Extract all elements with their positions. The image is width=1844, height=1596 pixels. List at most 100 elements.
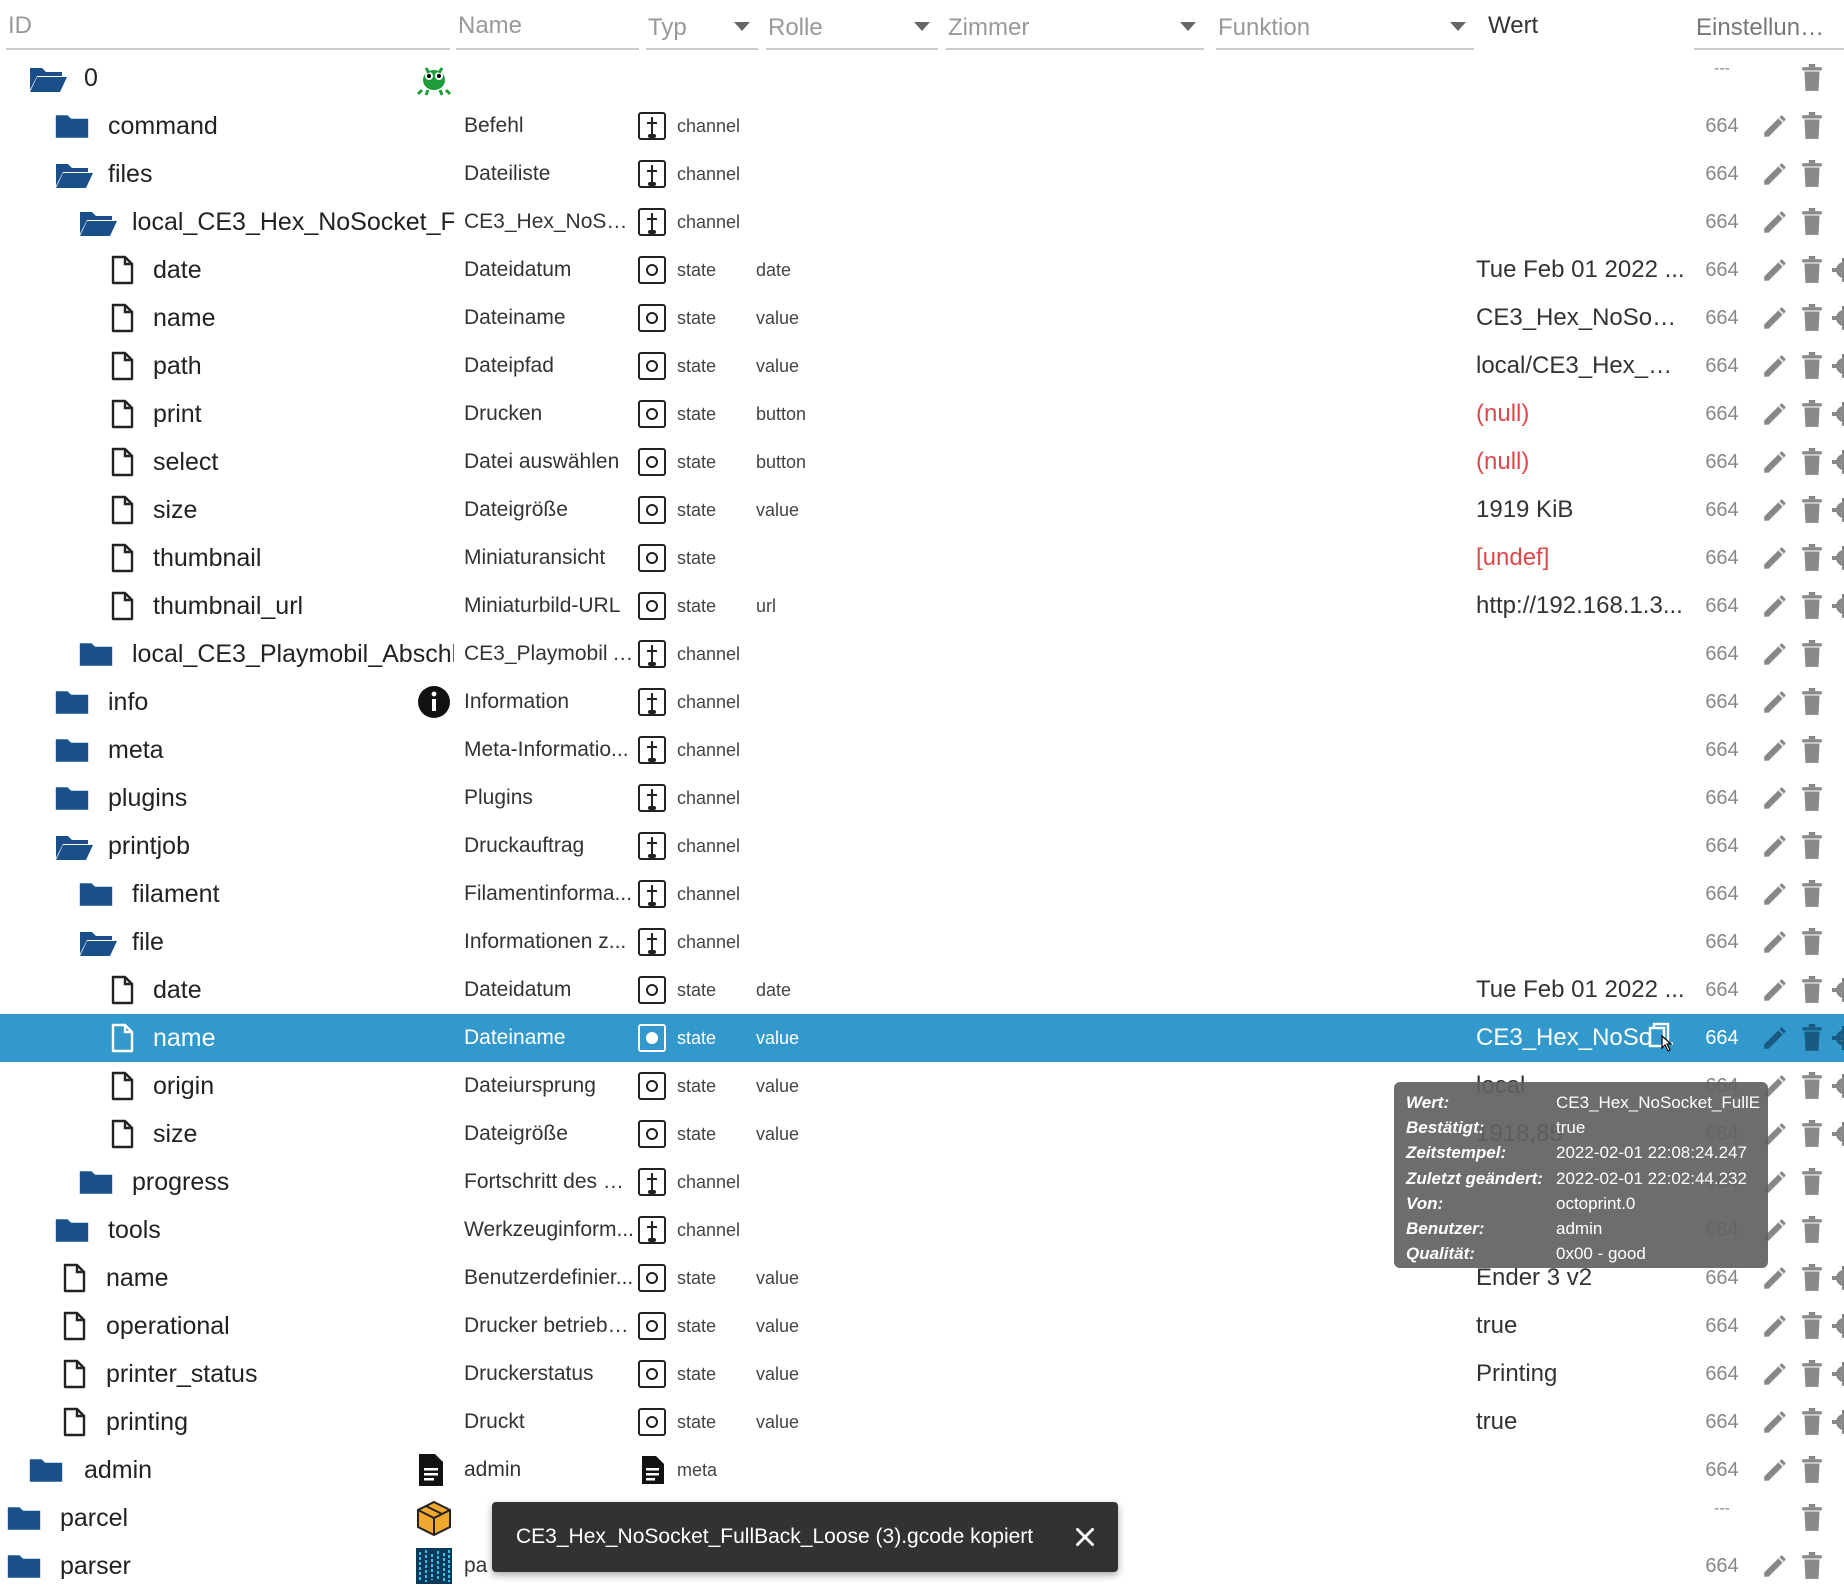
- edit-icon[interactable]: [1761, 546, 1787, 572]
- edit-icon[interactable]: [1761, 1410, 1787, 1436]
- folder-icon[interactable]: [6, 1552, 42, 1585]
- tree-row[interactable]: 0 ---: [0, 54, 1844, 102]
- edit-icon[interactable]: [1761, 354, 1787, 380]
- object-value[interactable]: true: [1476, 1398, 1686, 1446]
- folder-icon[interactable]: [54, 784, 90, 817]
- edit-icon[interactable]: [1761, 258, 1787, 284]
- tree-row[interactable]: thumbnail Miniaturansicht state [undef] 664: [0, 534, 1844, 582]
- acl-value[interactable]: ---: [1704, 1494, 1740, 1542]
- delete-icon[interactable]: [1801, 1216, 1823, 1244]
- object-value[interactable]: http://192.168.1.3...: [1476, 582, 1686, 630]
- tree-row[interactable]: plugins Plugins channel 664: [0, 774, 1844, 822]
- delete-icon[interactable]: [1801, 640, 1823, 668]
- tree-row[interactable]: info Information channel 664: [0, 678, 1844, 726]
- acl-value[interactable]: 664: [1704, 102, 1740, 150]
- tree-row[interactable]: name Dateiname state value CE3_Hex_NoSock...…: [0, 1014, 1844, 1062]
- object-value[interactable]: (null): [1476, 438, 1686, 486]
- delete-icon[interactable]: [1801, 496, 1823, 524]
- file-icon[interactable]: [62, 1311, 86, 1346]
- tree-row[interactable]: print Drucken state button (null) 664: [0, 390, 1844, 438]
- delete-icon[interactable]: [1801, 1552, 1823, 1580]
- tree-row[interactable]: command Befehl channel 664: [0, 102, 1844, 150]
- tree-row[interactable]: select Datei auswählen state button (null) 66…: [0, 438, 1844, 486]
- tree-row[interactable]: file Informationen z... channel 664: [0, 918, 1844, 966]
- acl-value[interactable]: 664: [1704, 918, 1740, 966]
- acl-value[interactable]: 664: [1704, 390, 1740, 438]
- edit-icon[interactable]: [1761, 834, 1787, 860]
- tree-row[interactable]: operational Drucker betriebs... state value…: [0, 1302, 1844, 1350]
- gear-icon[interactable]: [1832, 1074, 1844, 1098]
- tree-row[interactable]: size Dateigröße state value 1919 KiB 664: [0, 486, 1844, 534]
- folder-icon[interactable]: [28, 1456, 64, 1489]
- object-value[interactable]: Printing: [1476, 1350, 1686, 1398]
- object-value[interactable]: (null): [1476, 390, 1686, 438]
- edit-icon[interactable]: [1761, 882, 1787, 908]
- gear-icon[interactable]: [1832, 450, 1844, 474]
- folder-icon[interactable]: [78, 1168, 114, 1201]
- acl-value[interactable]: 664: [1704, 486, 1740, 534]
- gear-icon[interactable]: [1832, 594, 1844, 618]
- tree-row[interactable]: name Dateiname state value CE3_Hex_NoSock...…: [0, 294, 1844, 342]
- delete-icon[interactable]: [1801, 64, 1823, 92]
- acl-value[interactable]: 664: [1704, 246, 1740, 294]
- edit-icon[interactable]: [1761, 786, 1787, 812]
- gear-icon[interactable]: [1832, 1266, 1844, 1290]
- tree-row[interactable]: path Dateipfad state value local/CE3_Hex_No.…: [0, 342, 1844, 390]
- file-icon[interactable]: [62, 1359, 86, 1394]
- acl-value[interactable]: 664: [1704, 438, 1740, 486]
- object-value[interactable]: Tue Feb 01 2022 ...: [1476, 966, 1686, 1014]
- delete-icon[interactable]: [1801, 1456, 1823, 1484]
- edit-icon[interactable]: [1761, 642, 1787, 668]
- acl-value[interactable]: ---: [1704, 54, 1740, 102]
- tree-row[interactable]: local_CE3_Playmobil_Abschle... CE3_Playmo…: [0, 630, 1844, 678]
- tree-row[interactable]: thumbnail_url Miniaturbild-URL state url htt…: [0, 582, 1844, 630]
- acl-value[interactable]: 664: [1704, 150, 1740, 198]
- folder-icon[interactable]: [78, 640, 114, 673]
- delete-icon[interactable]: [1801, 592, 1823, 620]
- delete-icon[interactable]: [1801, 544, 1823, 572]
- delete-icon[interactable]: [1801, 1264, 1823, 1292]
- folder-open-icon[interactable]: [78, 928, 118, 963]
- file-icon[interactable]: [110, 1071, 134, 1106]
- edit-icon[interactable]: [1761, 1314, 1787, 1340]
- edit-icon[interactable]: [1761, 1554, 1787, 1580]
- file-icon[interactable]: [62, 1407, 86, 1442]
- delete-icon[interactable]: [1801, 976, 1823, 1004]
- gear-icon[interactable]: [1832, 402, 1844, 426]
- edit-icon[interactable]: [1761, 450, 1787, 476]
- gear-icon[interactable]: [1832, 1410, 1844, 1434]
- object-value[interactable]: Tue Feb 01 2022 ...: [1476, 246, 1686, 294]
- name-filter[interactable]: Name: [456, 10, 639, 50]
- file-icon[interactable]: [110, 543, 134, 578]
- tree-row[interactable]: local_CE3_Hex_NoSocket_Ful... CE3_Hex_NoS…: [0, 198, 1844, 246]
- object-value[interactable]: true: [1476, 1302, 1686, 1350]
- edit-icon[interactable]: [1761, 690, 1787, 716]
- edit-icon[interactable]: [1761, 738, 1787, 764]
- folder-open-icon[interactable]: [78, 208, 118, 243]
- file-icon[interactable]: [110, 399, 134, 434]
- gear-icon[interactable]: [1832, 258, 1844, 282]
- tree-row[interactable]: printjob Druckauftrag channel 664: [0, 822, 1844, 870]
- delete-icon[interactable]: [1801, 832, 1823, 860]
- delete-icon[interactable]: [1801, 688, 1823, 716]
- close-icon[interactable]: [1072, 1524, 1098, 1550]
- tree-row[interactable]: date Dateidatum state date Tue Feb 01 2022 .…: [0, 246, 1844, 294]
- tree-row[interactable]: date Dateidatum state date Tue Feb 01 2022 .…: [0, 966, 1844, 1014]
- file-icon[interactable]: [110, 447, 134, 482]
- folder-icon[interactable]: [78, 880, 114, 913]
- object-value[interactable]: 1919 KiB: [1476, 486, 1686, 534]
- file-icon[interactable]: [110, 495, 134, 530]
- folder-icon[interactable]: [54, 688, 90, 721]
- acl-value[interactable]: 664: [1704, 1350, 1740, 1398]
- edit-icon[interactable]: [1761, 930, 1787, 956]
- acl-value[interactable]: 664: [1704, 774, 1740, 822]
- acl-value[interactable]: 664: [1704, 678, 1740, 726]
- delete-icon[interactable]: [1801, 208, 1823, 236]
- file-icon[interactable]: [62, 1263, 86, 1298]
- delete-icon[interactable]: [1801, 736, 1823, 764]
- file-icon[interactable]: [110, 975, 134, 1010]
- delete-icon[interactable]: [1801, 256, 1823, 284]
- acl-value[interactable]: 664: [1704, 342, 1740, 390]
- edit-icon[interactable]: [1761, 978, 1787, 1004]
- edit-icon[interactable]: [1761, 1458, 1787, 1484]
